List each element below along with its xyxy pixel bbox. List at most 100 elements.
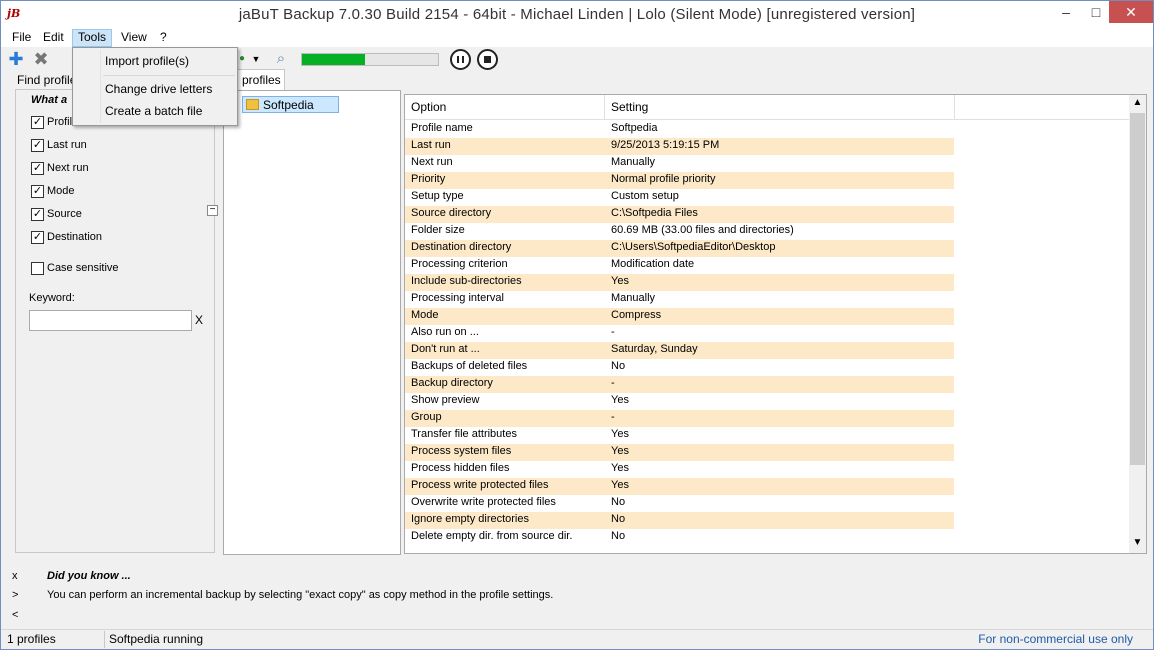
cell-option: Setup type [411, 190, 464, 202]
column-header-option[interactable]: Option [405, 95, 605, 120]
checkbox-unchecked-icon[interactable] [31, 261, 44, 275]
table-row[interactable]: Delete empty dir. from source dir. No [405, 529, 954, 546]
menu-create-batch-file[interactable]: Create a batch file [105, 104, 202, 118]
pause-icon-bar [462, 56, 464, 63]
option-label: Source [47, 208, 82, 220]
run-dropdown-icon[interactable]: ▼ [247, 50, 265, 68]
checkbox-checked-icon[interactable]: ✓ [31, 138, 44, 152]
status-bar: 1 profiles Softpedia running For non-com… [1, 629, 1153, 649]
cell-setting: No [611, 496, 626, 508]
menu-view[interactable]: View [116, 29, 152, 47]
table-row[interactable]: Process hidden files Yes [405, 461, 954, 478]
close-tips-icon[interactable]: x [12, 570, 18, 582]
table-row[interactable]: Priority Normal profile priority [405, 172, 954, 189]
option-source[interactable]: ✓ Source [31, 206, 82, 222]
scroll-down-icon[interactable]: ▼ [1129, 537, 1146, 548]
maximize-button[interactable]: □ [1081, 1, 1111, 23]
keyword-input[interactable]: X [29, 310, 203, 331]
table-row[interactable]: Source directory C:\Softpedia Files [405, 206, 954, 223]
cell-setting: No [611, 513, 626, 525]
table-row[interactable]: Group - [405, 410, 954, 427]
stop-button[interactable] [477, 49, 498, 70]
table-row[interactable]: Ignore empty directories No [405, 512, 954, 529]
tree-item-label: Softpedia [263, 97, 314, 112]
collapse-panel-icon[interactable]: − [207, 205, 218, 216]
tab-profiles[interactable]: profiles [235, 69, 285, 91]
cell-option: Process hidden files [411, 462, 510, 474]
option-destination[interactable]: ✓ Destination [31, 229, 102, 245]
table-row[interactable]: Transfer file attributes Yes [405, 427, 954, 444]
cell-setting: Yes [611, 275, 629, 287]
table-row[interactable]: Backup directory - [405, 376, 954, 393]
table-row[interactable]: Mode Compress [405, 308, 954, 325]
grid-scrollbar[interactable]: ▲ ▼ [1129, 95, 1146, 553]
menu-change-drive-letters[interactable]: Change drive letters [105, 82, 212, 96]
option-case-sensitive[interactable]: Case sensitive [31, 260, 119, 276]
table-row[interactable]: Destination directory C:\Users\SoftpediaE… [405, 240, 954, 257]
table-row[interactable]: Don't run at ... Saturday, Sunday [405, 342, 954, 359]
cell-option: Folder size [411, 224, 465, 236]
checkbox-checked-icon[interactable]: ✓ [31, 184, 44, 198]
option-mode[interactable]: ✓ Mode [31, 183, 75, 199]
scroll-up-icon[interactable]: ▲ [1129, 97, 1146, 108]
table-row[interactable]: Processing interval Manually [405, 291, 954, 308]
table-row[interactable]: Last run 9/25/2013 5:19:15 PM [405, 138, 954, 155]
cell-option: Last run [411, 139, 451, 151]
menu-edit[interactable]: Edit [38, 29, 69, 47]
option-last-run[interactable]: ✓ Last run [31, 137, 87, 153]
progress-fill [302, 54, 365, 65]
cell-option: Ignore empty directories [411, 513, 529, 525]
cell-option: Backup directory [411, 377, 493, 389]
table-row[interactable]: Include sub-directories Yes [405, 274, 954, 291]
table-row[interactable]: Folder size 60.69 MB (33.00 files and dir… [405, 223, 954, 240]
cell-setting: C:\Users\SoftpediaEditor\Desktop [611, 241, 776, 253]
table-row[interactable]: Process system files Yes [405, 444, 954, 461]
app-window: jB jaBuT Backup 7.0.30 Build 2154 - 64bi… [0, 0, 1154, 650]
table-row[interactable]: Overwrite write protected files No [405, 495, 954, 512]
option-next-run[interactable]: ✓ Next run [31, 160, 89, 176]
find-profile-tab[interactable]: Find profile [17, 73, 76, 87]
minimize-button[interactable]: – [1051, 1, 1081, 23]
checkbox-checked-icon[interactable]: ✓ [31, 230, 44, 244]
previous-tip-icon[interactable]: < [12, 609, 18, 621]
tips-panel: x > < Did you know ... You can perform a… [1, 561, 1153, 628]
cell-setting: Yes [611, 445, 629, 457]
close-button[interactable]: ✕ [1109, 1, 1153, 23]
table-row[interactable]: Process write protected files Yes [405, 478, 954, 495]
cell-setting: Yes [611, 394, 629, 406]
cell-option: Include sub-directories [411, 275, 522, 287]
window-title: jaBuT Backup 7.0.30 Build 2154 - 64bit -… [238, 6, 916, 23]
table-row[interactable]: Show preview Yes [405, 393, 954, 410]
menu-tools[interactable]: Tools [72, 29, 113, 47]
tip-title: Did you know ... [47, 570, 131, 582]
scroll-thumb[interactable] [1130, 113, 1145, 465]
table-row[interactable]: Setup type Custom setup [405, 189, 954, 206]
cell-option: Show preview [411, 394, 480, 406]
checkbox-checked-icon[interactable]: ✓ [31, 207, 44, 221]
table-row[interactable]: Processing criterion Modification date [405, 257, 954, 274]
title-bar[interactable]: jB jaBuT Backup 7.0.30 Build 2154 - 64bi… [1, 1, 1153, 29]
add-profile-icon[interactable]: ✚ [7, 50, 25, 68]
cell-setting: Saturday, Sunday [611, 343, 698, 355]
table-row[interactable]: Also run on ... - [405, 325, 954, 342]
menu-help[interactable]: ? [155, 29, 172, 47]
table-row[interactable]: Profile name Softpedia [405, 121, 954, 138]
table-row[interactable]: Next run Manually [405, 155, 954, 172]
checkbox-checked-icon[interactable]: ✓ [31, 161, 44, 175]
menu-gutter [100, 50, 101, 123]
clear-keyword-icon[interactable]: X [195, 313, 203, 327]
column-header-setting[interactable]: Setting [605, 95, 955, 120]
checkbox-checked-icon[interactable]: ✓ [31, 115, 44, 129]
cell-option: Processing criterion [411, 258, 508, 270]
option-label: Case sensitive [47, 262, 119, 274]
table-row[interactable]: Backups of deleted files No [405, 359, 954, 376]
next-tip-icon[interactable]: > [12, 589, 18, 601]
menu-file[interactable]: File [7, 29, 36, 47]
tree-item-softpedia[interactable]: f Softpedia [242, 96, 339, 113]
cell-setting: Manually [611, 156, 656, 168]
pause-button[interactable] [450, 49, 471, 70]
cell-setting: Compress [611, 309, 662, 321]
menu-import-profiles[interactable]: Import profile(s) [105, 54, 189, 68]
preview-icon[interactable]: ⌕ [272, 50, 290, 68]
delete-profile-icon[interactable]: ✖ [32, 50, 50, 68]
